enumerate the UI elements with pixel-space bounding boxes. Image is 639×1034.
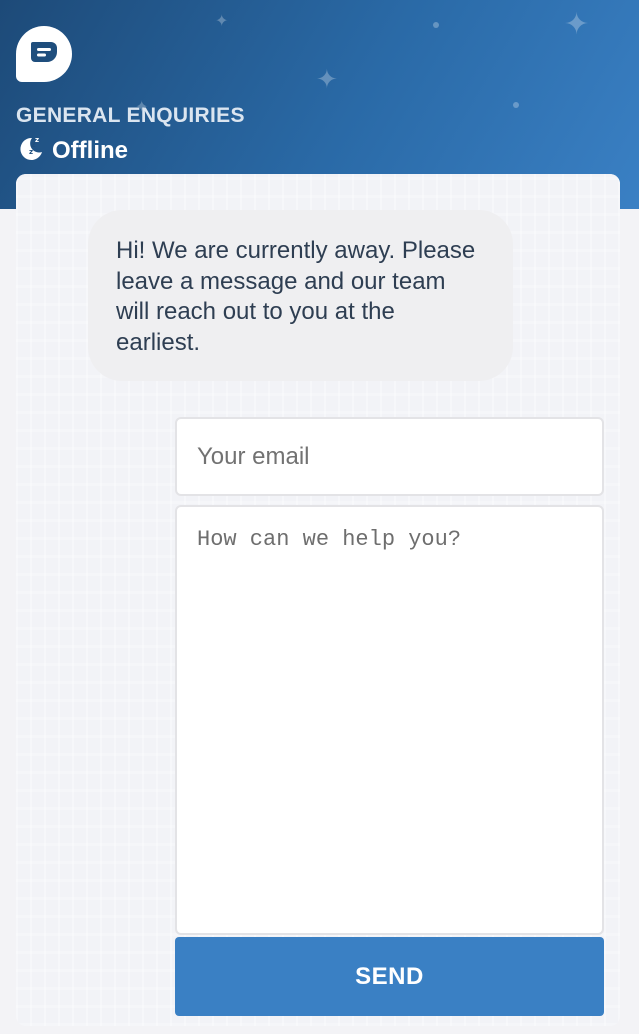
email-field[interactable] <box>175 417 604 496</box>
sparkle-decoration: ✦ <box>316 64 338 94</box>
status-indicator: z z z Offline <box>16 134 128 167</box>
send-button[interactable]: SEND <box>175 937 604 1016</box>
message-textarea[interactable] <box>175 505 604 935</box>
team-name: GENERAL ENQUIRIES <box>16 104 245 127</box>
moon-sleep-icon: z z z <box>16 134 44 167</box>
dot-decoration <box>513 102 519 108</box>
logo <box>16 26 72 82</box>
away-message-bubble: Hi! We are currently away. Please leave … <box>88 210 513 381</box>
sparkle-decoration: ✦ <box>215 13 229 30</box>
status-text: Offline <box>52 136 128 164</box>
chat-bubble-icon <box>29 40 59 69</box>
message-panel: Hi! We are currently away. Please leave … <box>16 174 620 1026</box>
chat-widget: ✦ ✦ ✦ ✦ GENERAL ENQUIRIES z z z Offline … <box>0 0 639 1034</box>
svg-text:z: z <box>35 136 39 144</box>
sparkle-decoration: ✦ <box>564 8 590 41</box>
svg-text:z: z <box>29 148 33 156</box>
dot-decoration <box>433 22 439 28</box>
